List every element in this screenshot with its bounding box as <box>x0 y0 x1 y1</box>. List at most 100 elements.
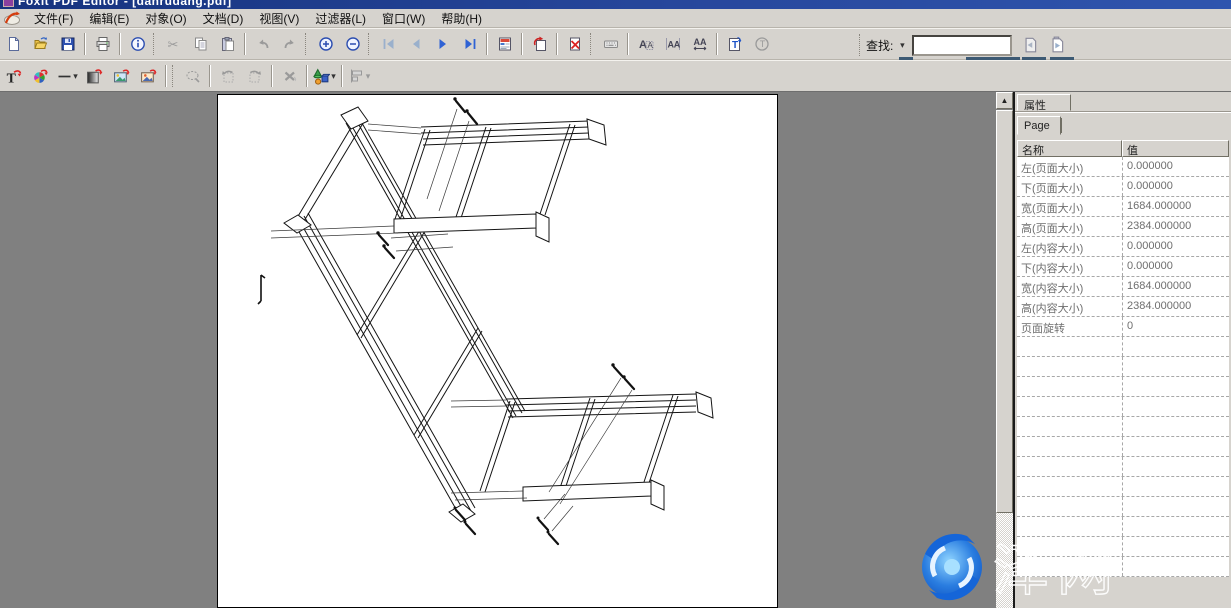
edit-shading-button[interactable] <box>82 64 107 89</box>
property-row[interactable] <box>1017 437 1229 457</box>
property-value <box>1122 497 1229 516</box>
scrollbar-track[interactable] <box>996 513 1013 608</box>
menu-view[interactable]: 视图(V) <box>251 9 307 28</box>
open-folder-icon <box>33 36 49 52</box>
rotate-right-icon <box>247 68 263 84</box>
property-row[interactable]: 左(页面大小)0.000000 <box>1017 157 1229 177</box>
pdf-page[interactable] <box>217 94 778 608</box>
save-button[interactable] <box>55 32 80 57</box>
property-row[interactable]: 下(内容大小)0.000000 <box>1017 257 1229 277</box>
line-style-button[interactable]: ▾ <box>55 64 80 89</box>
undo-button[interactable] <box>250 32 275 57</box>
redo-button[interactable] <box>277 32 302 57</box>
delete-object-button[interactable] <box>277 64 302 89</box>
property-name: 高(内容大小) <box>1017 297 1122 316</box>
tab-properties[interactable]: 属性 <box>1017 94 1071 111</box>
property-value <box>1122 437 1229 456</box>
find-previous-button[interactable] <box>1017 33 1042 58</box>
add-text-button[interactable]: T <box>722 32 747 57</box>
menu-window[interactable]: 窗口(W) <box>374 9 433 28</box>
property-value <box>1122 477 1229 496</box>
property-value <box>1122 397 1229 416</box>
property-row[interactable] <box>1017 477 1229 497</box>
open-file-button[interactable] <box>28 32 53 57</box>
column-value-header[interactable]: 值 <box>1122 140 1229 157</box>
edit-color-button[interactable] <box>28 64 53 89</box>
menu-help[interactable]: 帮助(H) <box>433 9 490 28</box>
document-info-button[interactable] <box>125 32 150 57</box>
cut-button[interactable]: ✂ <box>161 32 186 57</box>
zoom-out-button[interactable] <box>340 32 365 57</box>
replace-image-button[interactable] <box>136 64 161 89</box>
property-row[interactable] <box>1017 377 1229 397</box>
edit-image-button[interactable] <box>109 64 134 89</box>
property-name <box>1017 477 1122 496</box>
insert-shape-button[interactable]: ▾ <box>312 64 337 89</box>
property-row[interactable] <box>1017 517 1229 537</box>
menu-document[interactable]: 文档(D) <box>195 9 252 28</box>
property-row[interactable]: 宽(页面大小)1684.000000 <box>1017 197 1229 217</box>
scroll-up-button[interactable]: ▲ <box>996 92 1013 109</box>
copy-button[interactable] <box>188 32 213 57</box>
property-row[interactable] <box>1017 417 1229 437</box>
previous-page-button[interactable] <box>403 32 428 57</box>
property-row[interactable]: 下(页面大小)0.000000 <box>1017 177 1229 197</box>
property-row[interactable]: 宽(内容大小)1684.000000 <box>1017 277 1229 297</box>
virtual-keyboard-button[interactable] <box>598 32 623 57</box>
menu-filter[interactable]: 过滤器(L) <box>307 9 374 28</box>
property-row[interactable]: 高(内容大小)2384.000000 <box>1017 297 1229 317</box>
property-name: 页面旋转 <box>1017 317 1122 336</box>
menu-edit[interactable]: 编辑(E) <box>81 9 137 28</box>
svg-text:✂: ✂ <box>167 37 178 52</box>
font-width-button[interactable]: AA <box>687 32 712 57</box>
page-layout-button[interactable] <box>492 32 517 57</box>
find-input[interactable] <box>912 35 1012 56</box>
property-row[interactable] <box>1017 497 1229 517</box>
property-row[interactable] <box>1017 397 1229 417</box>
menu-file[interactable]: 文件(F) <box>26 9 81 28</box>
last-page-button[interactable] <box>457 32 482 57</box>
rotate-object-right-button[interactable] <box>242 64 267 89</box>
property-row[interactable] <box>1017 337 1229 357</box>
first-page-button[interactable] <box>376 32 401 57</box>
text-mode-button[interactable]: T <box>749 32 774 57</box>
property-row[interactable] <box>1017 357 1229 377</box>
previous-page-icon <box>408 36 424 52</box>
property-row[interactable] <box>1017 557 1229 577</box>
property-name <box>1017 337 1122 356</box>
tab-page[interactable]: Page <box>1017 116 1061 135</box>
print-button[interactable] <box>90 32 115 57</box>
zoom-in-button[interactable] <box>313 32 338 57</box>
property-value <box>1122 517 1229 536</box>
rotate-page-button[interactable] <box>527 32 552 57</box>
panel-groove <box>1015 111 1231 113</box>
line-style-caret[interactable]: ▾ <box>73 71 78 82</box>
undo-icon <box>255 36 271 52</box>
property-row[interactable]: 左(内容大小)0.000000 <box>1017 237 1229 257</box>
paste-button[interactable] <box>215 32 240 57</box>
save-icon <box>60 36 76 52</box>
next-page-button[interactable] <box>430 32 455 57</box>
menu-object[interactable]: 对象(O) <box>137 9 194 28</box>
column-name-header[interactable]: 名称 <box>1017 140 1122 157</box>
new-file-button[interactable] <box>1 32 26 57</box>
font-size-button[interactable]: AA <box>633 32 658 57</box>
align-objects-button[interactable]: ▾ <box>347 64 372 89</box>
font-spacing-button[interactable]: AA <box>660 32 685 57</box>
property-row[interactable] <box>1017 537 1229 557</box>
deselect-button[interactable] <box>180 64 205 89</box>
property-row[interactable] <box>1017 457 1229 477</box>
find-dropdown-caret[interactable]: ▾ <box>896 40 908 51</box>
property-row[interactable]: 高(页面大小)2384.000000 <box>1017 217 1229 237</box>
document-canvas[interactable] <box>0 92 996 608</box>
edit-text-button[interactable]: T <box>1 64 26 89</box>
insert-shape-caret[interactable]: ▾ <box>331 71 336 82</box>
rotate-object-left-button[interactable] <box>215 64 240 89</box>
vertical-scrollbar[interactable]: ▲ <box>996 92 1013 608</box>
delete-page-button[interactable] <box>562 32 587 57</box>
find-next-button[interactable] <box>1044 33 1069 58</box>
scrollbar-thumb[interactable] <box>996 110 1013 513</box>
property-row[interactable]: 页面旋转0 <box>1017 317 1229 337</box>
align-caret[interactable]: ▾ <box>366 71 371 82</box>
edit-image-icon <box>113 68 130 85</box>
